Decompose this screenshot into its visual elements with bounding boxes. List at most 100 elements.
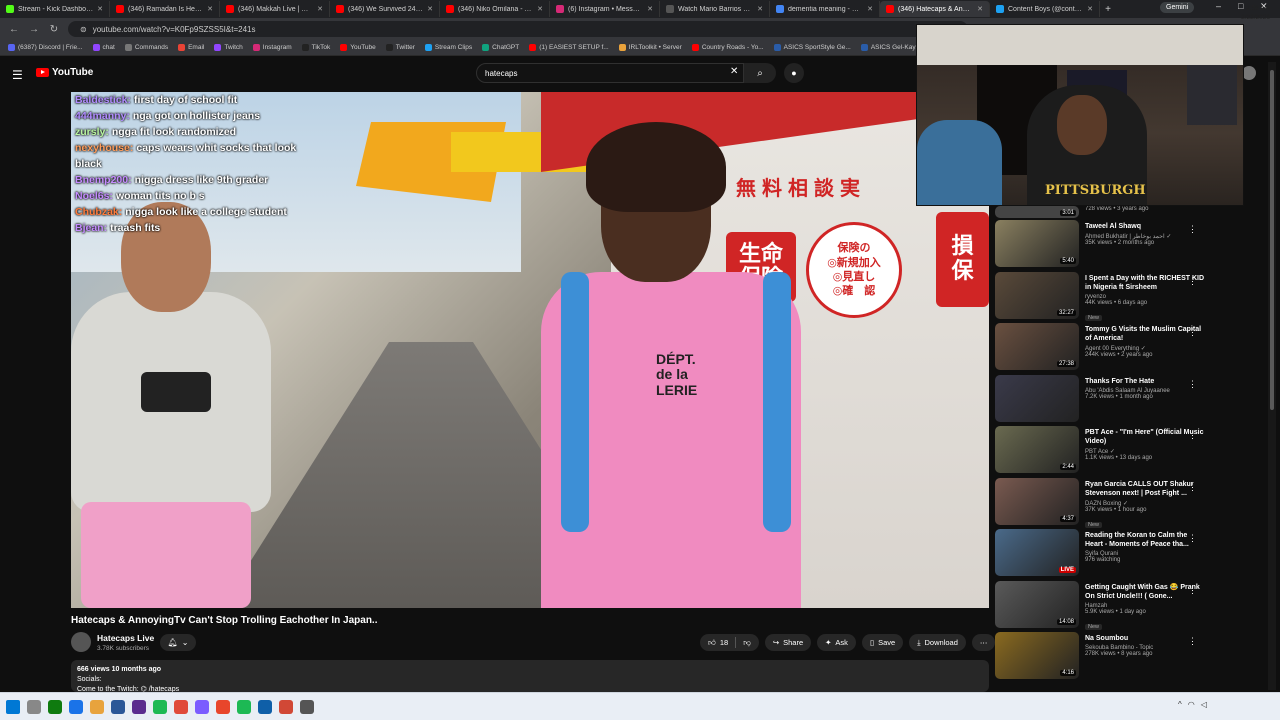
browser-tab[interactable]: Watch Mario Barrios vs Ryan ✕	[660, 1, 770, 17]
new-tab-button[interactable]: +	[1100, 4, 1116, 15]
like-button[interactable]: 👍︎ 18 👎︎	[700, 634, 759, 651]
bookmark-item[interactable]: Commands	[124, 44, 168, 51]
video-player[interactable]: 無料相談実 保険の◎新規加入◎見直し◎確 認 生命 保険 損 保 DÉPT. d…	[71, 92, 989, 608]
search-input[interactable]: hatecaps	[476, 63, 744, 83]
more-vert-icon[interactable]: ⋮	[1188, 482, 1197, 493]
description-box[interactable]: 666 views 10 months ago Socials: Come to…	[71, 660, 989, 693]
more-vert-icon[interactable]: ⋮	[1188, 636, 1197, 647]
app-icon[interactable]	[132, 699, 146, 714]
explorer-icon[interactable]	[90, 699, 104, 714]
store-icon[interactable]	[111, 699, 125, 714]
video-channel[interactable]: PBT Ace ✓	[1085, 448, 1207, 455]
recommended-video[interactable]: 5:40 Taweel Al Shawq Ahmed Bukhatir | احمد…	[995, 220, 1207, 272]
minimize-button[interactable]: –	[1216, 1, 1221, 11]
search-icon[interactable]	[27, 699, 41, 714]
tab-close-icon[interactable]: ✕	[427, 5, 433, 13]
app-icon[interactable]	[174, 699, 188, 714]
voice-search-button[interactable]: ●	[784, 63, 804, 83]
browser-tab[interactable]: (346) Niko Omilana - YouTu ✕	[440, 1, 550, 17]
more-vert-icon[interactable]: ⋮	[1188, 276, 1197, 287]
bookmark-item[interactable]: Stream Clips	[424, 44, 472, 51]
more-vert-icon[interactable]: ⋮	[1188, 533, 1197, 544]
bookmark-item[interactable]: Email	[178, 44, 204, 51]
browser-tab[interactable]: Stream - Kick Dashboard ✕	[0, 1, 110, 17]
more-vert-icon[interactable]: ⋮	[1188, 327, 1197, 338]
reload-icon[interactable]: ↻	[48, 24, 60, 35]
bookmark-item[interactable]: Twitter	[385, 44, 415, 51]
recommended-video[interactable]: 4:16 Na Soumbou Sekouba Bambino - Topic 278…	[995, 632, 1207, 684]
bookmark-item[interactable]: ChatGPT	[482, 44, 519, 51]
save-button[interactable]: ▯ Save	[861, 634, 904, 651]
browser-tab[interactable]: Content Boys (@contentb ✕	[990, 1, 1100, 17]
bookmark-item[interactable]: Country Roads - Yo...	[691, 44, 764, 51]
app-icon[interactable]	[279, 699, 293, 714]
bookmark-item[interactable]: YouTube	[340, 44, 376, 51]
edge-icon[interactable]	[48, 699, 62, 714]
account-avatar[interactable]	[1242, 66, 1256, 80]
start-icon[interactable]	[6, 699, 20, 714]
more-vert-icon[interactable]: ⋮	[1188, 430, 1197, 441]
tab-close-icon[interactable]: ✕	[97, 5, 103, 13]
tab-close-icon[interactable]: ✕	[207, 5, 213, 13]
video-channel[interactable]: Agent 00 Everything ✓	[1085, 345, 1207, 352]
browser-tab[interactable]: (346) Ramadan Is Here! 🌙 #✕	[110, 1, 220, 17]
bookmark-item[interactable]: (6387) Discord | Frie...	[8, 44, 83, 51]
tab-close-icon[interactable]: ✕	[317, 5, 323, 13]
tab-close-icon[interactable]: ✕	[1087, 5, 1093, 13]
chevron-up-icon[interactable]: ^	[1178, 700, 1182, 709]
youtube-logo[interactable]: YouTube	[36, 67, 93, 78]
recommended-video[interactable]: 14:08 Getting Caught With Gas 😂 Prank On …	[995, 580, 1207, 633]
app-icon[interactable]	[195, 699, 209, 714]
gemini-button[interactable]: Gemini	[1160, 2, 1195, 13]
tab-close-icon[interactable]: ✕	[977, 5, 983, 13]
browser-tab[interactable]: (346) We Survived 24 Hours ✕	[330, 1, 440, 17]
thumbs-down-icon[interactable]: 👎︎	[743, 638, 751, 648]
bookmark-item[interactable]: chat	[92, 44, 115, 51]
browser-tab[interactable]: (346) Makkah Live | قرآن ✕	[220, 1, 330, 17]
spotify-icon[interactable]	[153, 699, 167, 714]
bookmark-item[interactable]: Twitch	[214, 44, 243, 51]
bookmark-item[interactable]: ASICS SportStyle Ge...	[773, 44, 851, 51]
download-button[interactable]: ⤓ Download	[909, 634, 966, 651]
share-button[interactable]: ↪ Share	[764, 634, 812, 651]
recommended-video[interactable]: 27:38 Tommy G Visits the Muslim Capital o…	[995, 323, 1207, 375]
clock[interactable]: 2:59 AM 2/22/2026	[1241, 4, 1270, 22]
tab-close-icon[interactable]: ✕	[757, 5, 763, 13]
more-vert-icon[interactable]: ⋮	[1188, 224, 1197, 235]
more-actions-button[interactable]: ⋯	[971, 634, 996, 651]
browser-tab[interactable]: dementia meaning - Google ✕	[770, 1, 880, 17]
notification-bell-button[interactable]: 🔔︎ ⌄	[160, 634, 196, 651]
channel-name[interactable]: Hatecaps Live	[97, 633, 154, 643]
more-vert-icon[interactable]: ⋮	[1188, 379, 1197, 390]
bookmark-item[interactable]: TikTok	[301, 44, 330, 51]
wifi-icon[interactable]: ◠	[1188, 700, 1195, 709]
app-icon[interactable]	[237, 699, 251, 714]
recommended-video[interactable]: 32:27 I Spent a Day with the RICHEST KID …	[995, 271, 1207, 324]
tab-close-icon[interactable]: ✕	[647, 5, 653, 13]
recommended-video[interactable]: 4:37 Ryan Garcia CALLS OUT Shakur Stevens…	[995, 477, 1207, 530]
search-button[interactable]: ⌕	[744, 63, 776, 83]
more-vert-icon[interactable]: ⋮	[1188, 585, 1197, 596]
browser-tab[interactable]: (6) Instagram • Messages ✕	[550, 1, 660, 17]
opera-icon[interactable]	[216, 699, 230, 714]
back-icon[interactable]: ←	[8, 24, 20, 35]
chrome-icon[interactable]	[69, 699, 83, 714]
tab-close-icon[interactable]: ✕	[867, 5, 873, 13]
app-icon[interactable]	[300, 699, 314, 714]
url-field[interactable]: ⊜ youtube.com/watch?v=K0Fp9SZSS5I&t=241s	[68, 21, 968, 37]
ask-button[interactable]: ✦ Ask	[817, 634, 856, 651]
video-channel[interactable]: DAZN Boxing ✓	[1085, 500, 1207, 507]
browser-tab[interactable]: (346) Hatecaps & Annoy ✕	[880, 1, 990, 17]
forward-icon[interactable]: →	[28, 24, 40, 35]
channel-avatar[interactable]	[71, 632, 91, 652]
menu-icon[interactable]: ☰	[12, 68, 23, 82]
scrollbar-thumb[interactable]	[1270, 70, 1274, 410]
bookmark-item[interactable]: Instagram	[252, 44, 292, 51]
bookmark-item[interactable]: (1) EASIEST SETUP f...	[529, 44, 609, 51]
bookmark-item[interactable]: IRLToolkit • Server	[618, 44, 682, 51]
recommended-video[interactable]: LIVE Reading the Koran to Calm the Heart …	[995, 529, 1207, 581]
recommended-video-partial[interactable]: 3:01 728 views • 3 years ago	[995, 206, 1207, 220]
app-icon[interactable]	[258, 699, 272, 714]
recommended-video[interactable]: Thanks For The Hate Abu 'Abdis Salaam Al …	[995, 374, 1207, 427]
tab-close-icon[interactable]: ✕	[537, 5, 543, 13]
